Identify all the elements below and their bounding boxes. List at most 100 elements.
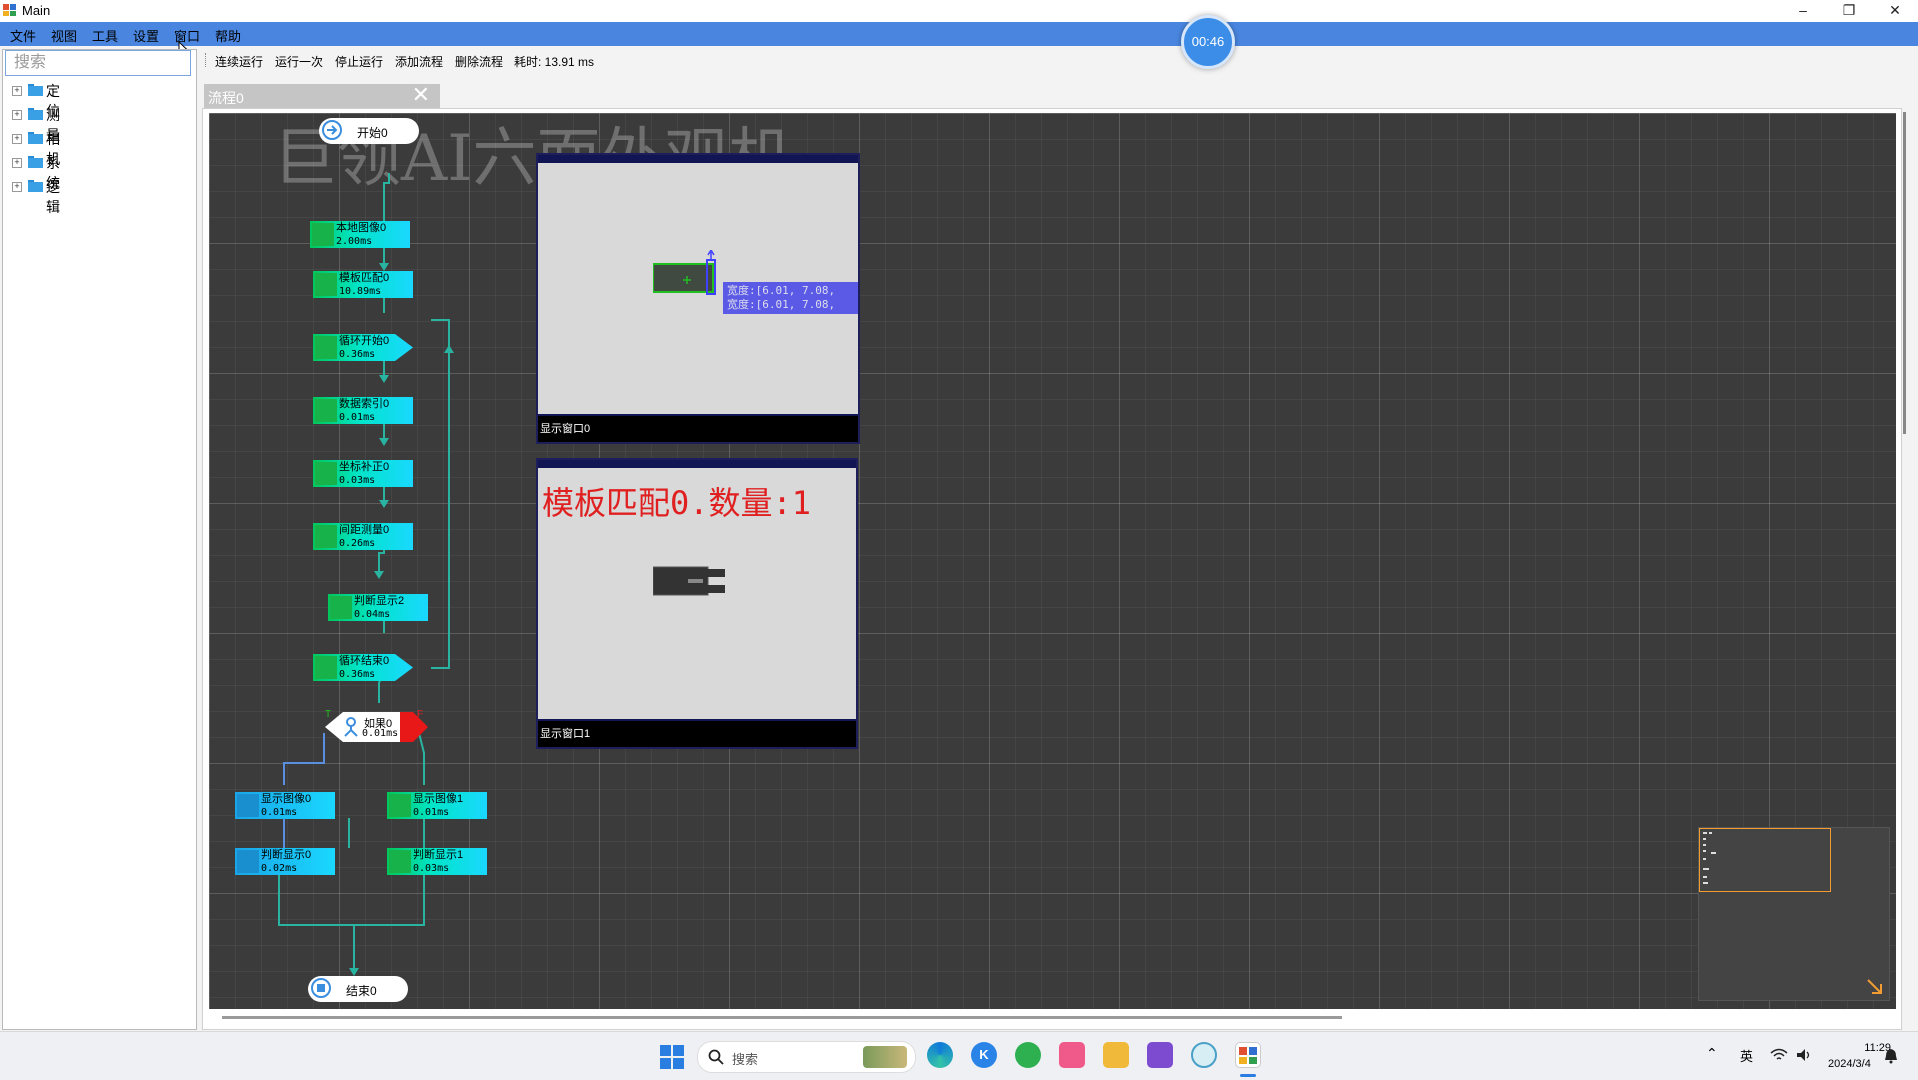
toolbar-grip (205, 53, 207, 67)
active-app-indicator (1240, 1074, 1256, 1077)
taskbar-search[interactable]: 搜索 (697, 1041, 916, 1073)
image-icon (312, 223, 334, 246)
match-icon (315, 273, 337, 296)
ie-browser-icon[interactable] (1015, 1042, 1041, 1068)
node-judge-display-1[interactable]: 判断显示1 0.03ms (387, 848, 487, 875)
tab-flow0[interactable]: 流程0 ✕ (204, 82, 440, 108)
loop-icon (315, 336, 337, 359)
judge-icon (330, 596, 352, 619)
node-name: 坐标补正0 (339, 461, 390, 473)
minimap[interactable] (1698, 827, 1890, 1001)
app-logo-icon (3, 4, 16, 16)
expand-icon[interactable]: + (12, 134, 22, 144)
tree-item-label: 逻辑 (46, 179, 60, 215)
search-highlight-icon (863, 1046, 907, 1068)
vision-app-icon[interactable] (1191, 1042, 1217, 1068)
tray-expand-icon[interactable]: ⌃ (1706, 1045, 1718, 1062)
window-header (538, 460, 856, 468)
close-window-button[interactable]: ✕ (1872, 0, 1918, 22)
node-name: 数据索引0 (339, 398, 390, 410)
node-template-match[interactable]: 模板匹配0 10.89ms (313, 271, 413, 298)
node-coord-correct[interactable]: 坐标补正0 0.03ms (313, 460, 413, 487)
expand-icon[interactable]: + (12, 86, 22, 96)
taskbar-search-label: 搜索 (732, 1052, 759, 1067)
node-name: 显示图像0 (261, 793, 312, 805)
node-data-index[interactable]: 数据索引0 0.01ms (313, 397, 413, 424)
restore-button[interactable]: ❐ (1826, 0, 1872, 22)
window-title: 显示窗口0 (538, 416, 858, 442)
menu-help[interactable]: 帮助 (215, 26, 241, 45)
node-name: 间距测量0 (339, 524, 390, 536)
expand-icon[interactable]: + (12, 182, 22, 192)
branch-false-label: F (417, 709, 424, 720)
expand-icon[interactable]: + (12, 158, 22, 168)
ime-indicator[interactable]: 英 (1740, 1046, 1753, 1065)
node-distance-measure[interactable]: 间距测量0 0.26ms (313, 523, 413, 550)
node-judge-display-0[interactable]: 判断显示0 0.02ms (235, 848, 335, 875)
node-time: 0.26ms (339, 538, 376, 549)
menu-settings[interactable]: 设置 (133, 26, 159, 45)
run-continuous-button[interactable]: 连续运行 (215, 53, 263, 70)
horizontal-scrollbar[interactable] (222, 1016, 1342, 1019)
node-name: 判断显示1 (413, 849, 464, 861)
display-window-1[interactable]: 模板匹配0.数量:1 显示窗口1 (536, 458, 858, 749)
volume-icon[interactable] (1795, 1047, 1813, 1063)
run-once-button[interactable]: 运行一次 (275, 53, 323, 70)
expand-icon[interactable]: + (12, 110, 22, 120)
app-k-icon[interactable]: K (971, 1042, 997, 1068)
notification-bell-icon[interactable] (1884, 1048, 1898, 1064)
main-app-icon[interactable] (1235, 1042, 1261, 1068)
edge-browser-icon[interactable] (927, 1042, 953, 1068)
node-name: 循环开始0 (339, 335, 390, 347)
vertical-scrollbar[interactable] (1903, 112, 1906, 434)
node-name: 循环结束0 (339, 655, 390, 667)
taskbar: 搜索 K ⌃ 英 11:29 2024/3/4 (0, 1031, 1918, 1080)
node-time: 0.36ms (339, 349, 376, 360)
judge-icon (237, 850, 259, 873)
elapsed-time: 耗时: 13.91 ms (514, 55, 595, 69)
close-tab-icon[interactable]: ✕ (412, 82, 430, 108)
display-window-0[interactable]: 宽度:[6.01, 7.08, 宽度:[6.01, 7.08, 显示窗口0 (536, 153, 860, 444)
title-bar: Main – ❐ ✕ (0, 0, 1918, 22)
end-node[interactable]: 结束0 (308, 976, 408, 1002)
node-time: 0.01ms (362, 728, 399, 739)
minimap-preview (1703, 832, 1716, 884)
menu-tools[interactable]: 工具 (92, 26, 118, 45)
folder-icon (28, 84, 43, 96)
node-show-image-0[interactable]: 显示图像0 0.01ms (235, 792, 335, 819)
node-time: 0.01ms (339, 412, 376, 423)
visual-studio-icon[interactable] (1147, 1042, 1173, 1068)
stop-icon (311, 978, 331, 998)
minimize-button[interactable]: – (1780, 0, 1826, 22)
node-loop-end[interactable]: 循环结束0 0.36ms (313, 654, 413, 681)
node-label: 开始0 (357, 126, 388, 140)
stop-button[interactable]: 停止运行 (335, 53, 383, 70)
flow-canvas[interactable]: 巨领AI六面外观机 开始0 本地图像0 2.00ms 模板匹配0 10.89ms… (209, 113, 1896, 1009)
add-flow-button[interactable]: 添加流程 (395, 53, 443, 70)
node-name: 判断显示0 (261, 849, 312, 861)
expand-arrow-icon[interactable] (1866, 978, 1884, 996)
node-time: 0.04ms (354, 609, 391, 620)
start-node[interactable]: 开始0 (319, 118, 419, 144)
window-header (538, 155, 858, 163)
judge-icon (389, 850, 411, 873)
node-judge-display-2[interactable]: 判断显示2 0.04ms (328, 594, 428, 621)
node-time: 10.89ms (339, 286, 382, 297)
node-loop-start[interactable]: 循环开始0 0.36ms (313, 334, 413, 361)
recording-timer[interactable]: 00:46 (1181, 15, 1235, 69)
node-show-image-1[interactable]: 显示图像1 0.01ms (387, 792, 487, 819)
delete-flow-button[interactable]: 删除流程 (455, 53, 503, 70)
clock-date[interactable]: 2024/3/4 (1828, 1058, 1871, 1070)
folder-icon (28, 156, 43, 168)
wifi-icon[interactable] (1770, 1048, 1788, 1062)
menu-view[interactable]: 视图 (51, 26, 77, 45)
folder-icon (28, 108, 43, 120)
file-explorer-icon[interactable] (1103, 1042, 1129, 1068)
media-app-icon[interactable] (1059, 1042, 1085, 1068)
search-input[interactable]: 搜索 (5, 50, 191, 76)
node-local-image[interactable]: 本地图像0 2.00ms (310, 221, 410, 248)
readout-line: 宽度:[6.01, 7.08, (727, 298, 836, 311)
windows-start-icon[interactable] (660, 1045, 684, 1069)
show-image-icon (237, 794, 259, 817)
menu-file[interactable]: 文件 (10, 26, 36, 45)
